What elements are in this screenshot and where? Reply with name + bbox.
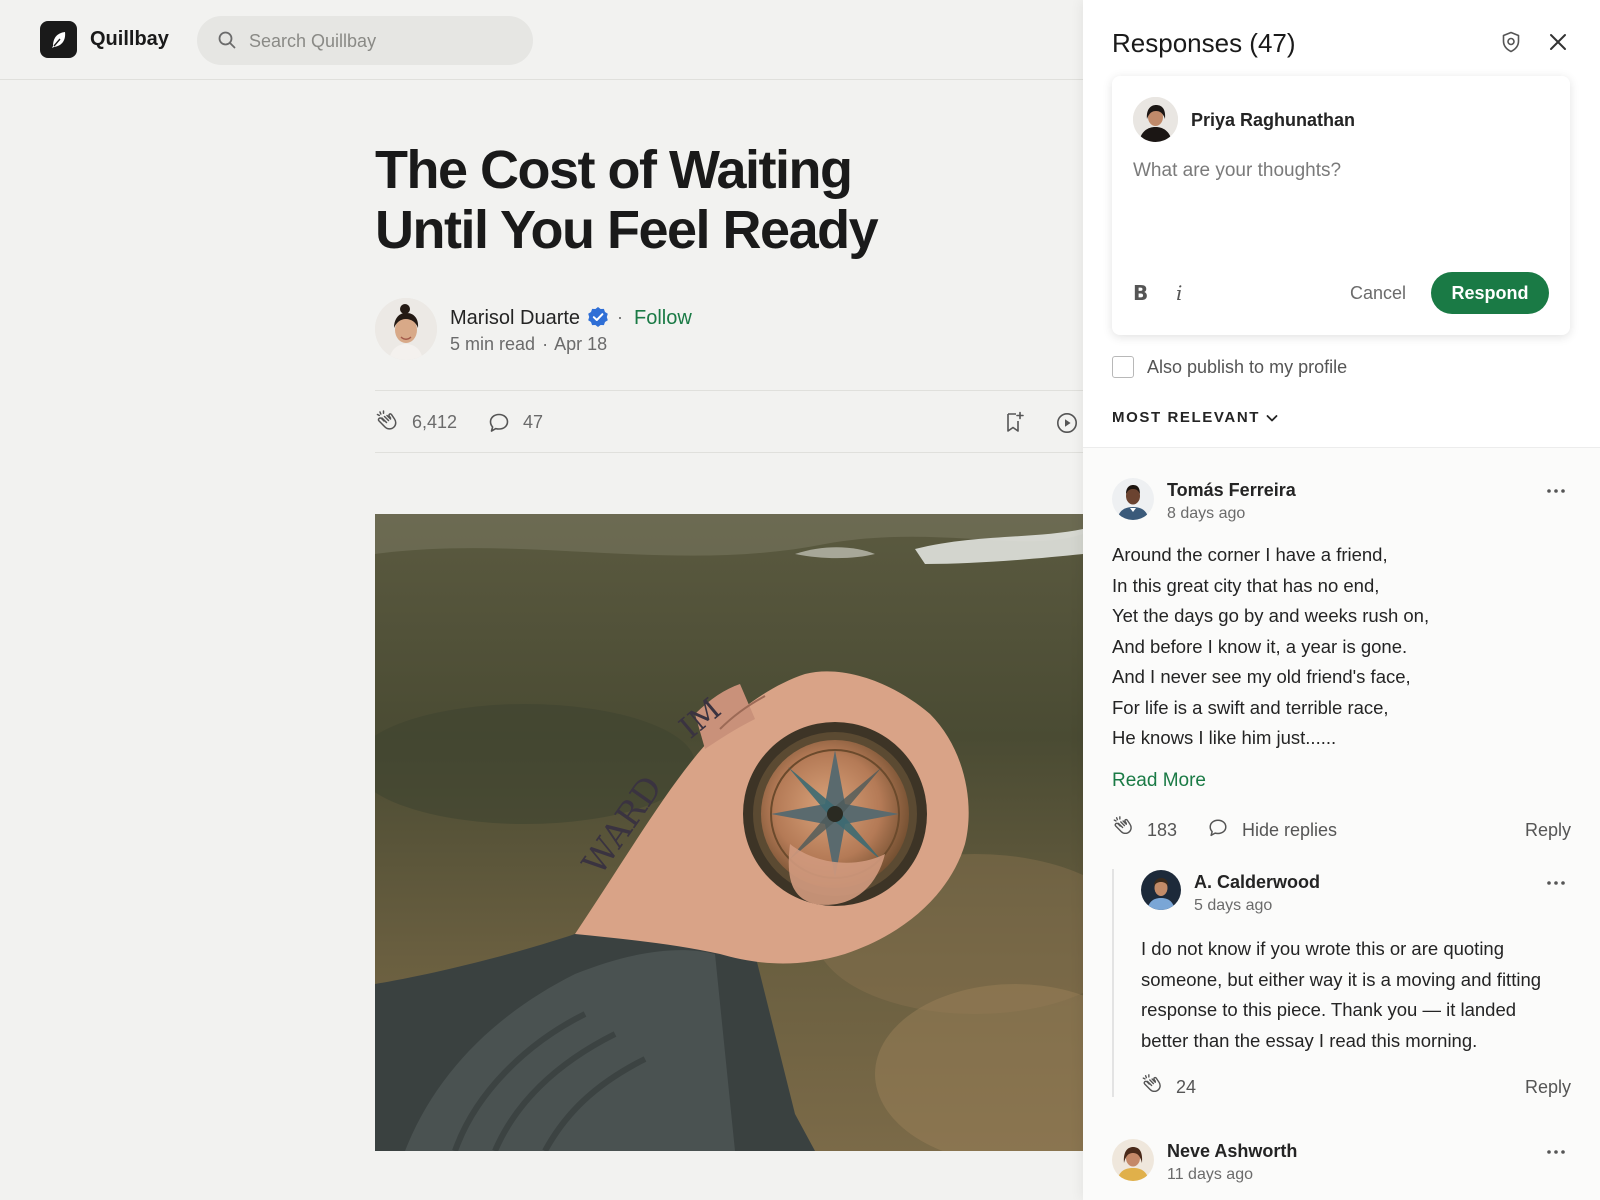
bold-button[interactable]: B [1133, 281, 1148, 305]
app-name[interactable]: Quillbay [90, 28, 169, 51]
clap-count: 6,412 [412, 412, 458, 432]
close-icon[interactable] [1546, 30, 1570, 59]
search-icon [217, 30, 237, 55]
sort-dropdown[interactable]: MOST RELEVANT [1112, 409, 1260, 426]
reply-body-line: I do not know if you wrote this or are q… [1141, 938, 1505, 959]
top-bar: Quillbay [0, 0, 1083, 80]
response-body-line: And before I know it, a year is gone. [1112, 635, 1408, 657]
response-clap-count: 183 [1147, 820, 1178, 840]
more-options-icon[interactable] [1545, 480, 1567, 507]
author-separator: · [617, 307, 623, 327]
response-body-line: In this great city that has no end, [1112, 574, 1380, 596]
response-avatar[interactable] [1112, 1139, 1154, 1181]
composer-user-name: Priya Raghunathan [1191, 110, 1356, 130]
publish-to-profile-label[interactable]: Also publish to my profile [1147, 357, 1347, 378]
search-input[interactable] [249, 29, 509, 53]
comment-icon[interactable] [487, 411, 511, 440]
reply-body-line: better than the essay I read this mornin… [1141, 1029, 1478, 1051]
read-more-link[interactable]: Read More [1112, 770, 1206, 792]
publish-to-profile-checkbox[interactable] [1112, 356, 1134, 378]
comment-icon[interactable] [1207, 817, 1229, 844]
response-body-line: Around the corner I have a friend, [1112, 544, 1388, 565]
verified-badge-icon [587, 306, 609, 333]
article-action-bar: 6,412 47 [375, 390, 1083, 453]
shield-icon[interactable] [1499, 30, 1523, 59]
quillbay-logo-icon[interactable] [40, 21, 77, 58]
composer-avatar [1133, 97, 1178, 142]
search-bar[interactable] [197, 16, 533, 65]
more-options-icon[interactable] [1545, 872, 1567, 899]
reply-body-line: someone, but either way it is a moving a… [1141, 968, 1542, 990]
response-avatar[interactable] [1112, 478, 1154, 520]
reply-button[interactable]: Reply [1525, 1077, 1571, 1098]
response-body-line: Yet the days go by and weeks rush on, [1112, 605, 1430, 626]
responses-panel: Responses (47) Priya Raghunathan B i Can… [1083, 0, 1600, 1200]
clap-icon[interactable] [1112, 815, 1136, 844]
response-author-name[interactable]: Neve Ashworth [1167, 1141, 1297, 1162]
reply-body-line: response to this piece. Thank you — it l… [1141, 999, 1517, 1020]
bookmark-add-icon[interactable] [1002, 410, 1026, 439]
author-name[interactable]: Marisol Duarte [450, 307, 580, 330]
response-time: 11 days ago [1167, 1166, 1253, 1183]
reply-time: 5 days ago [1194, 897, 1273, 914]
read-time: 5 min read [450, 334, 536, 354]
response-author-name[interactable]: Tomás Ferreira [1167, 480, 1296, 501]
reply-button[interactable]: Reply [1525, 820, 1571, 841]
meta-separator: · [542, 334, 549, 354]
response-body-line: For life is a swift and terrible race, [1112, 696, 1389, 718]
follow-button[interactable]: Follow [634, 307, 692, 330]
response-textarea[interactable] [1133, 160, 1549, 260]
comment-count: 47 [523, 412, 544, 432]
clap-icon[interactable] [1141, 1073, 1165, 1102]
response-body-line: He knows I like him just...... [1112, 727, 1337, 748]
reply-author-name[interactable]: A. Calderwood [1194, 872, 1320, 893]
reply-thread-line [1112, 869, 1114, 1097]
article-title-line-1: The Cost of Waiting [375, 140, 853, 200]
reply-body: I do not know if you wrote this or are q… [1141, 934, 1581, 1056]
author-avatar[interactable] [375, 298, 437, 360]
article-meta: 5 min read · Apr 18 [450, 334, 607, 355]
publish-date: Apr 18 [554, 334, 608, 354]
listen-play-icon[interactable] [1055, 411, 1079, 440]
response-time: 8 days ago [1167, 505, 1246, 522]
respond-button[interactable]: Respond [1431, 272, 1549, 314]
reply-avatar[interactable] [1141, 870, 1181, 910]
cancel-button[interactable]: Cancel [1350, 283, 1406, 304]
chevron-down-icon[interactable] [1264, 410, 1280, 431]
clap-icon[interactable] [375, 409, 401, 440]
article-hero-image: WARD IM [375, 514, 1083, 1151]
italic-button[interactable]: i [1176, 281, 1182, 305]
responses-title: Responses (47) [1112, 28, 1296, 58]
response-body-line: And I never see my old friend's face, [1112, 666, 1411, 687]
article-title: The Cost of Waiting Until You Feel Ready [375, 140, 935, 260]
article-title-line-2: Until You Feel Ready [375, 200, 879, 260]
response-body: Around the corner I have a friend, In th… [1112, 540, 1572, 754]
response-composer: Priya Raghunathan B i Cancel Respond [1112, 76, 1570, 335]
more-options-icon[interactable] [1545, 1141, 1567, 1168]
reply-clap-count: 24 [1176, 1077, 1197, 1097]
hide-replies-button[interactable]: Hide replies [1242, 820, 1337, 841]
